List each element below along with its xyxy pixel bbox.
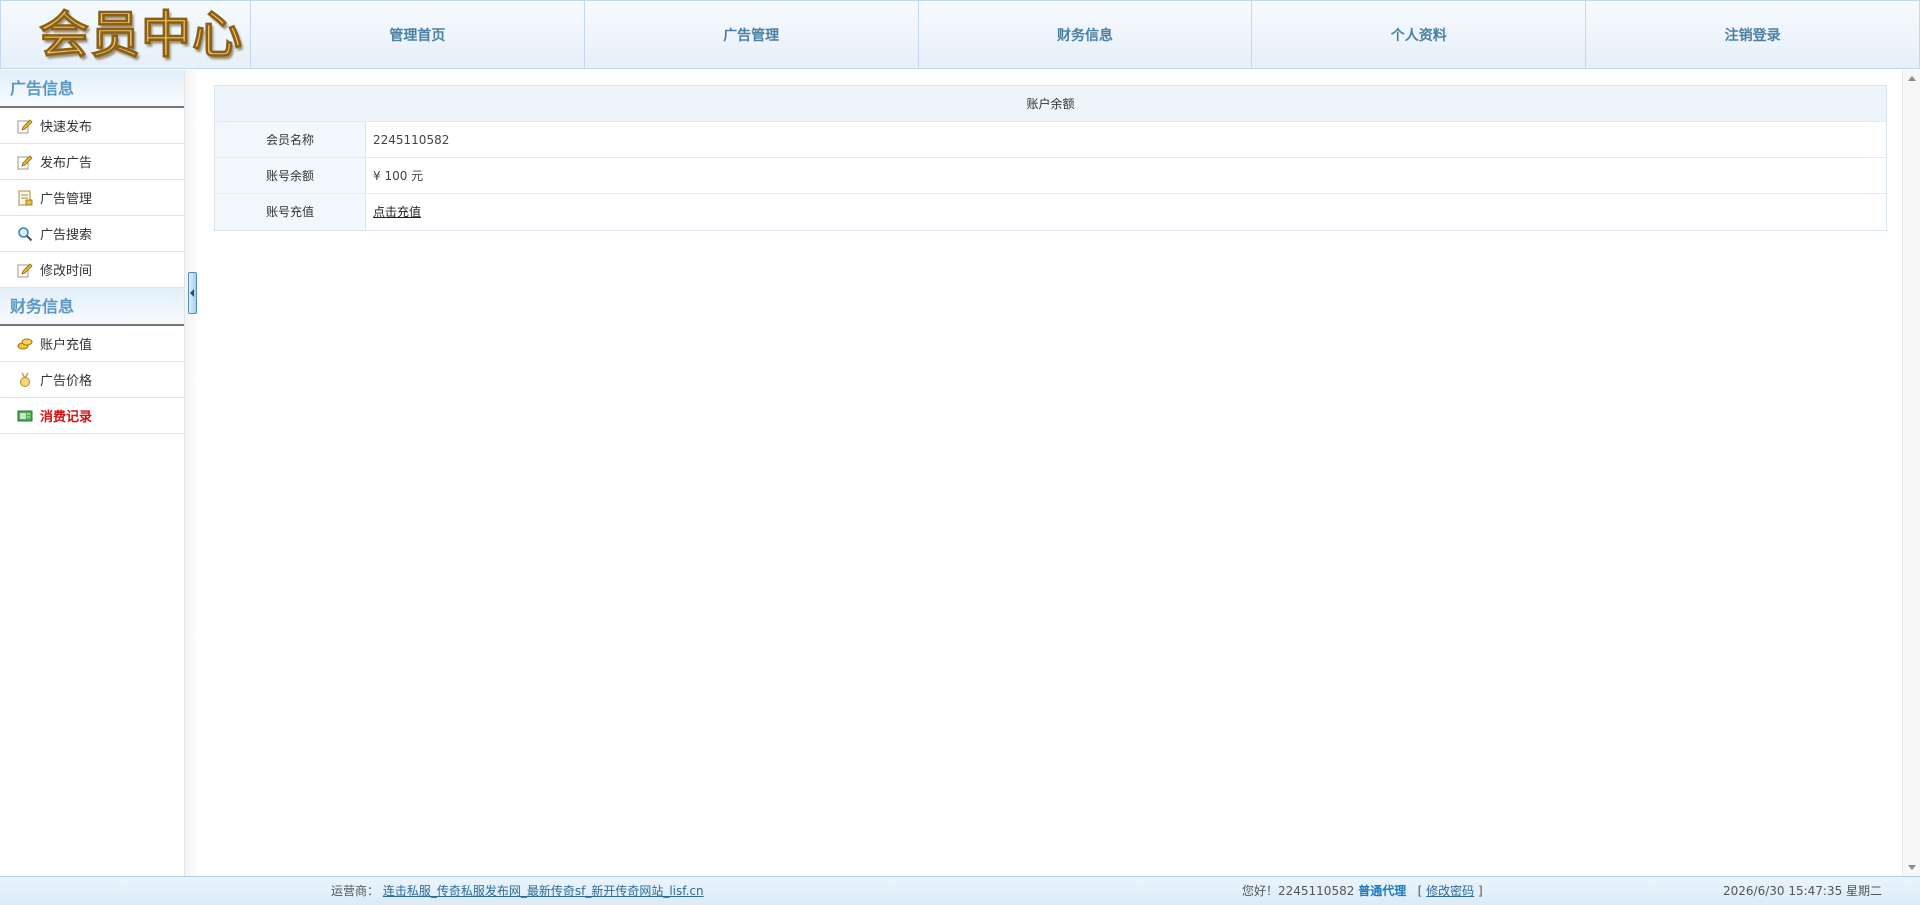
site-logo: 会员中心 (39, 6, 243, 65)
sidebar-item-label: 消费记录 (40, 410, 93, 425)
sidebar-item-label: 广告管理 (40, 192, 93, 207)
edit-pencil-icon (16, 153, 34, 171)
nav-profile[interactable]: 个人资料 (1252, 0, 1587, 69)
sidebar-section-finance: 财务信息 (0, 288, 184, 326)
logo-area: 会员中心 (0, 0, 251, 69)
sidebar-item-modify-time[interactable]: 修改时间 (0, 252, 184, 288)
nav-home[interactable]: 管理首页 (251, 0, 585, 69)
scroll-down-arrow-icon[interactable] (1908, 865, 1916, 870)
sidebar-item-label: 发布广告 (40, 156, 93, 171)
edit-pencil-icon (16, 261, 34, 279)
footer-bar: 运营商： 连击私服_传奇私服发布网_最新传奇sf_新开传奇网站_lisf.cn … (0, 876, 1920, 905)
sidebar-divider (185, 70, 199, 876)
sidebar-collapse-toggle[interactable] (188, 272, 197, 314)
account-balance-table: 账户余额 会员名称 2245110582 账号余额 ¥ 100 元 账号充值 点… (214, 85, 1887, 231)
sidebar: 广告信息 快速发布 发布广告 广告管理 广告搜索 修改时间 财务信息 账户充值 … (0, 70, 185, 876)
change-password-link[interactable]: 修改密码 (1426, 884, 1474, 898)
sidebar-item-recharge[interactable]: 账户充值 (0, 326, 184, 362)
sidebar-section-ad-info: 广告信息 (0, 70, 184, 108)
recharge-link[interactable]: 点击充值 (373, 205, 421, 219)
sidebar-item-label: 账户充值 (40, 338, 93, 353)
greeting-text: 您好！2245110582 (1242, 884, 1355, 898)
sidebar-item-quick-publish[interactable]: 快速发布 (0, 108, 184, 144)
sidebar-item-ad-search[interactable]: 广告搜索 (0, 216, 184, 252)
magnifier-icon (16, 225, 34, 243)
nav-finance[interactable]: 财务信息 (918, 0, 1253, 69)
sidebar-item-publish-ad[interactable]: 发布广告 (0, 144, 184, 180)
edit-pencil-icon (16, 117, 34, 135)
recharge-cell: 点击充值 (366, 194, 1886, 230)
bracket-open: [ (1417, 884, 1423, 898)
nav-logout[interactable]: 注销登录 (1586, 0, 1920, 69)
footer-datetime: 2026/6/30 15:47:35 星期二 (1723, 884, 1883, 898)
money-bill-icon (16, 407, 34, 425)
vertical-scrollbar[interactable] (1902, 70, 1920, 876)
balance-value: ¥ 100 元 (373, 169, 424, 183)
member-name-label: 会员名称 (215, 122, 366, 157)
table-row: 会员名称 2245110582 (215, 122, 1886, 158)
coins-icon (16, 335, 34, 353)
scroll-up-arrow-icon[interactable] (1908, 76, 1916, 81)
sidebar-item-label: 广告搜索 (40, 228, 93, 243)
table-title: 账户余额 (215, 86, 1886, 122)
table-row: 账号余额 ¥ 100 元 (215, 158, 1886, 194)
table-row: 账号充值 点击充值 (215, 194, 1886, 230)
bracket-close: ] (1478, 884, 1483, 898)
sidebar-item-label: 广告价格 (40, 374, 93, 389)
sidebar-item-label: 快速发布 (40, 120, 93, 135)
sidebar-item-consumption-record[interactable]: 消费记录 (0, 398, 184, 434)
member-name-value: 2245110582 (373, 133, 450, 147)
sidebar-item-label: 修改时间 (40, 264, 93, 279)
medal-icon (16, 371, 34, 389)
footer-operator: 运营商： 连击私服_传奇私服发布网_最新传奇sf_新开传奇网站_lisf.cn (331, 877, 704, 905)
recharge-label: 账号充值 (215, 194, 366, 230)
main-nav: 管理首页 广告管理 财务信息 个人资料 注销登录 (251, 0, 1920, 69)
nav-ad-management[interactable]: 广告管理 (584, 0, 919, 69)
balance-label: 账号余额 (215, 158, 366, 193)
footer-user-info: 您好！2245110582 普通代理 [ 修改密码 ] (1242, 877, 1483, 905)
operator-label: 运营商： (331, 884, 380, 898)
main-content: 账户余额 会员名称 2245110582 账号余额 ¥ 100 元 账号充值 点… (199, 70, 1902, 876)
sidebar-item-ad-management[interactable]: 广告管理 (0, 180, 184, 216)
sidebar-item-ad-price[interactable]: 广告价格 (0, 362, 184, 398)
document-manage-icon (16, 189, 34, 207)
top-header: 会员中心 管理首页 广告管理 财务信息 个人资料 注销登录 (0, 0, 1920, 69)
operator-link[interactable]: 连击私服_传奇私服发布网_最新传奇sf_新开传奇网站_lisf.cn (383, 884, 704, 898)
user-role: 普通代理 (1358, 884, 1407, 898)
